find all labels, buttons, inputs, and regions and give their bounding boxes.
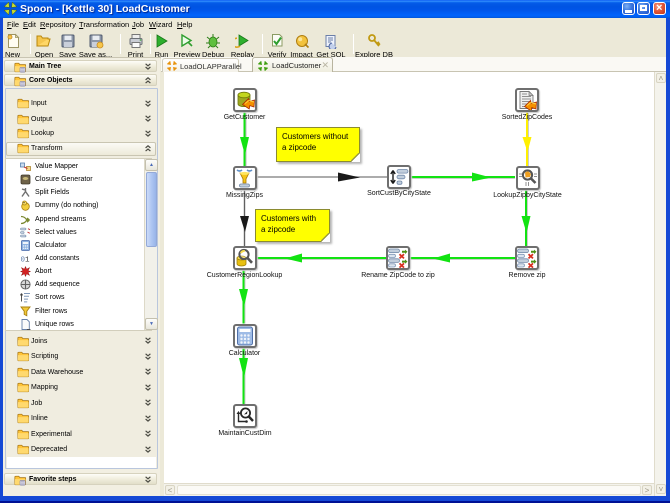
svg-text:1: 1 — [25, 257, 30, 265]
